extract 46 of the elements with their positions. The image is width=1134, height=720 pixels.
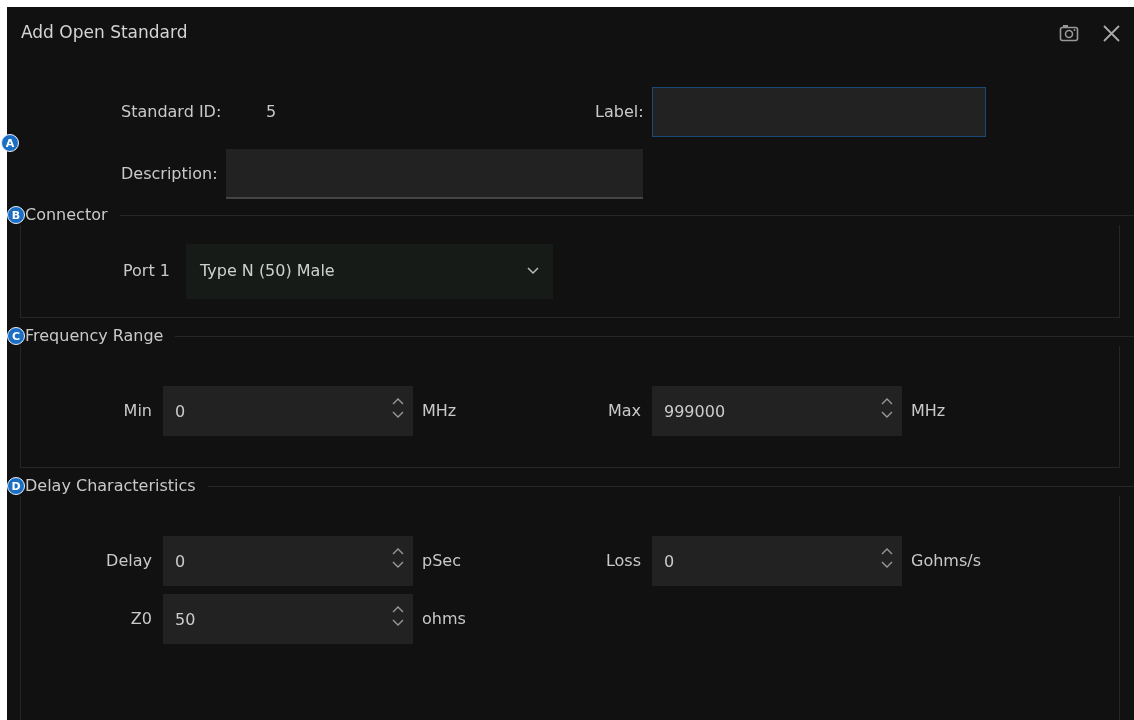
field-label: Loss (604, 550, 642, 572)
chevron-down-icon (881, 561, 893, 569)
callout-badge: C (7, 327, 25, 345)
chevron-down-icon (392, 619, 404, 627)
number-input[interactable]: 999000 (652, 386, 872, 436)
chevron-up-icon (392, 605, 404, 613)
description-input[interactable] (225, 149, 643, 199)
camera-icon (1059, 24, 1079, 42)
callout-badge: A (1, 134, 19, 152)
screenshot-button[interactable] (1059, 24, 1079, 42)
connector-dropdown[interactable]: Type N (50) Male (186, 243, 553, 299)
close-icon (1103, 24, 1120, 42)
unit-label: MHz (910, 400, 946, 422)
chevron-down-icon (392, 411, 404, 419)
unit-label: pSec (421, 550, 461, 572)
chevron-down-icon (881, 411, 893, 419)
section-title: Delay Characteristics (25, 475, 196, 497)
section-title: Connector (25, 204, 108, 226)
chevron-down-icon (392, 561, 404, 569)
label-label: Label: (595, 101, 644, 123)
field-label: Delay (105, 550, 153, 572)
unit-label: MHz (421, 400, 457, 422)
chevron-up-icon (392, 397, 404, 405)
unit-label: Gohms/s (910, 550, 981, 572)
unit-label: ohms (421, 608, 466, 630)
number-input[interactable]: 0 (163, 536, 383, 586)
standard-id-label: Standard ID: (121, 101, 223, 123)
chevron-up-icon (881, 397, 893, 405)
field-label: Z0 (129, 608, 153, 630)
callout-badge: B (7, 206, 25, 224)
close-button[interactable] (1103, 24, 1120, 42)
port-label: Port 1 (123, 260, 170, 282)
chevron-down-icon (527, 267, 539, 275)
number-input[interactable]: 50 (163, 594, 383, 644)
number-input[interactable]: 0 (163, 386, 383, 436)
window-title: Add Open Standard (21, 21, 189, 45)
chevron-up-icon (392, 547, 404, 555)
field-label: Min (122, 400, 153, 422)
description-label: Description: (121, 163, 218, 185)
standard-id-value: 5 (266, 101, 278, 123)
label-input[interactable] (651, 87, 986, 137)
field-label: Max (606, 400, 642, 422)
chevron-up-icon (881, 547, 893, 555)
section-title: Frequency Range (25, 325, 164, 347)
callout-badge: D (7, 477, 25, 495)
number-input[interactable]: 0 (652, 536, 872, 586)
